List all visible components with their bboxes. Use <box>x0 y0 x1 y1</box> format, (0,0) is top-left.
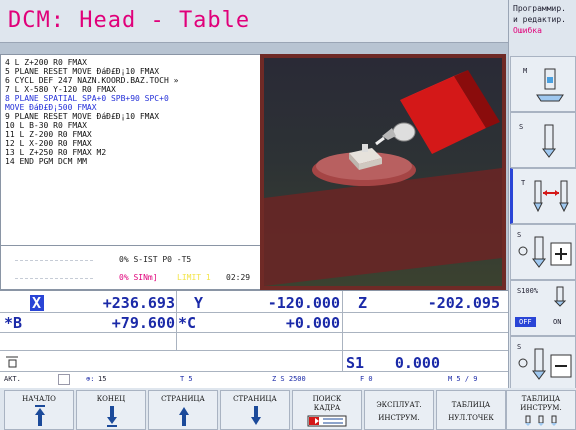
program-listing[interactable]: 4 L Z+200 R0 FMAX 5 PLANE RESET MOVE ÐáÐ… <box>0 54 261 246</box>
softkey-label: ПОИСК <box>312 395 342 403</box>
softkey-block-search[interactable]: ПОИСК КАДРА <box>292 390 362 430</box>
error-indicator[interactable]: Ошибка <box>513 26 542 35</box>
softkey-page-up[interactable]: СТРАНИЦА <box>148 390 218 430</box>
status-m-function: M 5 / 9 <box>448 375 478 383</box>
axis-b-value: +79.600 <box>111 314 175 332</box>
col-divider <box>176 291 177 351</box>
datum-icon <box>6 356 18 368</box>
softkey-m-label: M <box>523 67 528 75</box>
status-mode: AKT. <box>4 375 21 383</box>
softkey-label: СТРАНИЦА <box>161 395 205 403</box>
status-box <box>58 374 70 385</box>
softkey-tool-table[interactable]: ТАБЛИЦА ИНСТРУМ. <box>506 390 576 430</box>
arrow-down-icon <box>251 406 261 425</box>
axis-z-value: -202.095 <box>427 294 500 312</box>
simulation-canvas[interactable] <box>264 58 502 286</box>
limit-label: LIMIT 1 <box>177 273 211 282</box>
softkey-label: КОНЕЦ <box>96 395 126 403</box>
row-divider <box>0 350 508 351</box>
program-line[interactable]: 13 L Z+250 R0 FMAX M2 <box>5 148 106 157</box>
axis-c-label: *C <box>178 314 197 332</box>
softkey-label: ЭКСПЛУАТ. <box>376 401 422 409</box>
status-line-1: 0% S-IST P0 -T5 <box>119 255 192 264</box>
status-spindle: Z S 2500 <box>272 375 306 383</box>
spindle-minus-icon <box>518 348 572 380</box>
spindle-plus-softkey[interactable]: S <box>510 224 576 280</box>
mode-line-2: и редактир. <box>513 15 566 24</box>
softkey-label: ИНСТРУМ. <box>378 414 420 422</box>
feed-override-icon: ⊕: <box>86 375 95 383</box>
load-bar-track <box>15 278 95 279</box>
program-line[interactable]: 11 L Z-200 R0 FMAX <box>5 130 92 139</box>
axis-y-value: -120.000 <box>267 294 340 312</box>
program-line[interactable]: 14 END PGM DCM MM <box>5 157 87 166</box>
softkey-label: НУЛ.ТОЧЕК <box>448 414 494 422</box>
axis-z-label: Z <box>358 294 368 312</box>
status-feed: F 0 <box>360 375 373 383</box>
status-feed-override: 15 <box>98 375 107 383</box>
machine-mode-softkey[interactable]: M <box>510 56 576 112</box>
axis-c-value: +0.000 <box>285 314 340 332</box>
axis-x-value: +236.693 <box>102 294 175 312</box>
program-line[interactable]: 7 L X-580 Y-120 R0 FMAX <box>5 85 116 94</box>
spindle-status: 0% S-IST P0 -T5 0% SINm] LIMIT 1 02:29 <box>0 245 261 290</box>
program-line[interactable]: 9 PLANE RESET MOVE ÐáÐ£Ð¡10 FMAX <box>5 112 159 121</box>
mode-panel: Программир. и редактир. Ошибка <box>508 0 576 43</box>
arrow-down-icon <box>107 406 117 427</box>
softkey-page-down[interactable]: СТРАНИЦА <box>220 390 290 430</box>
softkey-begin[interactable]: НАЧАЛО <box>4 390 74 430</box>
softkey-label: СТРАНИЦА <box>233 395 277 403</box>
tool-change-icon <box>533 180 569 213</box>
mode-line-1: Программир. <box>513 4 566 13</box>
machine-model-graphic <box>264 70 502 286</box>
status-tool: T 5 <box>180 375 193 383</box>
position-display: X +236.693 Y -120.000 Z -202.095 *B +79.… <box>0 290 508 389</box>
header-bar: DCM: Head - Table <box>0 0 508 43</box>
program-line-active[interactable]: MOVE ÐáÐ£Ð¡500 FMAX <box>5 103 97 112</box>
row-divider <box>0 332 508 333</box>
spindle-override-icon <box>553 286 567 307</box>
block-search-icon <box>307 415 347 427</box>
status-line-2: 0% SINm] <box>119 273 158 282</box>
program-line-active[interactable]: 8 PLANE SPATIAL SPA+0 SPB+90 SPC+0 <box>5 94 169 103</box>
tool-softkey[interactable]: T <box>510 168 576 224</box>
spindle-icon <box>542 124 556 158</box>
col-divider <box>342 291 343 371</box>
softkey-end[interactable]: КОНЕЦ <box>76 390 146 430</box>
program-line[interactable]: 6 CYCL DEF 247 NAZN.KOORD.BAZ.TOCH » <box>5 76 178 85</box>
program-line[interactable]: 4 L Z+200 R0 FMAX <box>5 58 87 67</box>
softkey-datum-table[interactable]: ТАБЛИЦА НУЛ.ТОЧЕК <box>436 390 506 430</box>
program-line[interactable]: 10 L B-30 R0 FMAX <box>5 121 87 130</box>
softkey-label: ТАБЛИЦА <box>521 395 561 403</box>
softkey-tool-usage[interactable]: ЭКСПЛУАТ. ИНСТРУМ. <box>364 390 434 430</box>
softkey-label: КАДРА <box>313 404 341 412</box>
time-readout: 02:29 <box>226 273 251 282</box>
spindle-s1-value: 0.000 <box>394 354 440 372</box>
row-divider <box>0 371 508 372</box>
program-line[interactable]: 12 L X-200 R0 FMAX <box>5 139 92 148</box>
arrow-up-icon <box>35 405 45 426</box>
on-toggle[interactable]: ON <box>553 318 561 326</box>
arrow-up-icon <box>179 407 189 426</box>
machine-icon <box>536 68 564 102</box>
program-line[interactable]: 5 PLANE RESET MOVE ÐáÐ£Ð¡10 FMAX <box>5 67 159 76</box>
spindle-plus-icon <box>518 236 572 268</box>
tool-table-icon <box>525 415 557 426</box>
softkey-label: ТАБЛИЦА <box>451 401 491 409</box>
softkey-t-label: T <box>521 179 526 187</box>
softkey-s-label: S <box>519 123 524 131</box>
axis-b-label: *B <box>4 314 23 332</box>
softkey-label: ИНСТРУМ. <box>520 404 562 412</box>
override-label: S100% <box>517 287 539 295</box>
simulation-view[interactable] <box>260 54 506 290</box>
spindle-softkey[interactable]: S <box>510 112 576 168</box>
off-toggle[interactable]: OFF <box>515 317 536 327</box>
page-title: DCM: Head - Table <box>8 8 251 33</box>
softkey-label: НАЧАЛО <box>22 395 56 403</box>
load-bar-track <box>15 260 95 261</box>
row-divider <box>0 312 508 313</box>
spindle-override-softkey[interactable]: S100% OFF ON <box>510 280 576 336</box>
spindle-minus-softkey[interactable]: S <box>510 336 576 392</box>
